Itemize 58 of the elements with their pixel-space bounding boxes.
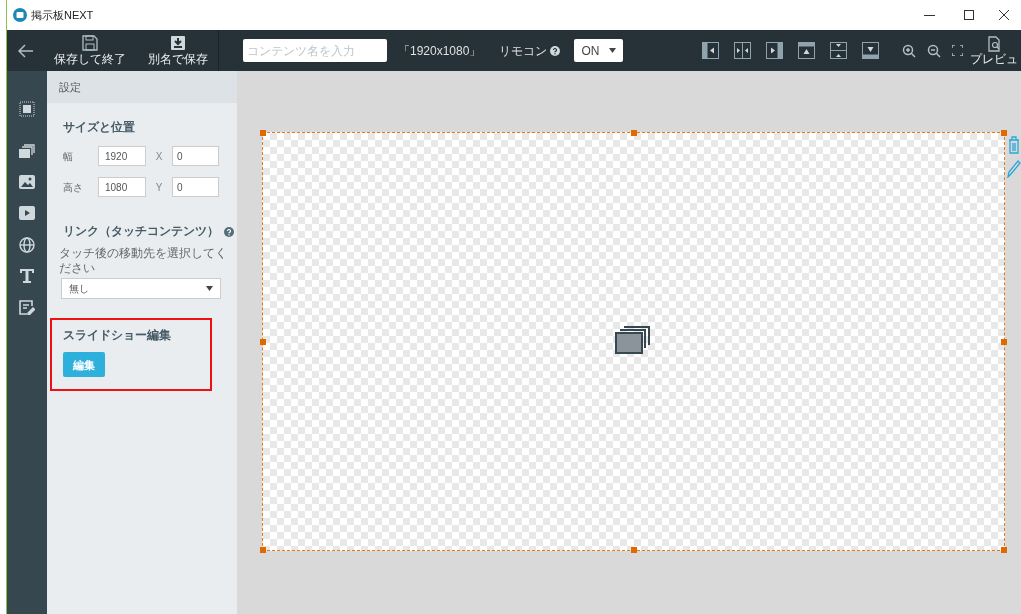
align-left-icon[interactable] — [702, 42, 719, 59]
download-icon — [170, 35, 186, 51]
preview-button[interactable]: プレビュ — [967, 30, 1021, 71]
fullscreen-icon[interactable] — [952, 45, 963, 56]
resize-handle[interactable] — [260, 338, 266, 345]
resize-handle[interactable] — [630, 547, 637, 553]
back-arrow-icon[interactable] — [18, 43, 34, 58]
section-title: スライドショー編集 — [63, 327, 172, 345]
align-bottom-icon[interactable] — [862, 42, 879, 59]
remote-label: リモコン — [499, 42, 548, 60]
resize-handle[interactable] — [1001, 338, 1007, 345]
panel-header: 設定 — [59, 79, 81, 95]
resize-handle[interactable] — [630, 130, 637, 136]
globe-icon[interactable] — [19, 237, 35, 253]
align-right-icon[interactable] — [766, 42, 783, 59]
close-icon[interactable] — [999, 10, 1009, 20]
field-label: X — [154, 149, 164, 164]
section-title: リンク（タッチコンテンツ） — [63, 224, 219, 240]
resolution-text: 「1920x1080」 — [398, 42, 482, 60]
number-field[interactable]: 0 — [172, 146, 219, 166]
align-top-icon[interactable] — [798, 42, 815, 59]
maximize-icon[interactable] — [964, 10, 974, 20]
help-icon[interactable] — [550, 45, 561, 56]
caret-icon — [206, 286, 213, 292]
align-center-icon[interactable] — [734, 42, 751, 59]
align-middle-icon[interactable] — [830, 42, 847, 59]
video-icon[interactable] — [19, 206, 35, 220]
layers-icon[interactable] — [19, 144, 35, 158]
number-field[interactable]: 1080 — [98, 177, 146, 197]
content-name-field[interactable]: コンテンツ名を入力 — [243, 39, 387, 62]
number-field[interactable]: 0 — [172, 177, 219, 197]
grid-icon[interactable] — [19, 101, 35, 117]
image-icon[interactable] — [19, 175, 35, 189]
caret-icon — [609, 48, 617, 53]
field-label: 高さ — [63, 180, 84, 195]
save-button[interactable]: 保存して終了 — [54, 30, 126, 71]
field-label: 幅 — [63, 149, 74, 164]
window-title: 掲示板NEXT — [31, 7, 94, 23]
resize-handle[interactable] — [1001, 547, 1007, 553]
edit-note-icon[interactable] — [19, 299, 35, 315]
zoom-in-icon[interactable] — [902, 43, 916, 58]
resize-handle[interactable] — [1001, 130, 1007, 136]
resize-handle[interactable] — [260, 130, 266, 136]
resize-handle[interactable] — [260, 547, 266, 553]
save-button[interactable]: 別名で保存 — [148, 30, 208, 71]
help-icon[interactable] — [224, 226, 234, 237]
remote-select[interactable]: ON — [574, 39, 624, 62]
field-label: Y — [154, 180, 164, 195]
field-hint: タッチ後の移動先を選択してください — [59, 246, 227, 277]
app-logo-icon — [13, 8, 27, 22]
minimize-icon[interactable] — [924, 14, 935, 16]
link-select[interactable]: 無し — [61, 278, 221, 300]
number-field[interactable]: 1920 — [98, 146, 146, 166]
text-icon[interactable] — [19, 268, 35, 284]
document-search-icon — [987, 35, 1001, 52]
section-title: サイズと位置 — [63, 119, 136, 136]
zoom-out-icon[interactable] — [927, 43, 941, 58]
slideshow-icon — [615, 326, 651, 354]
